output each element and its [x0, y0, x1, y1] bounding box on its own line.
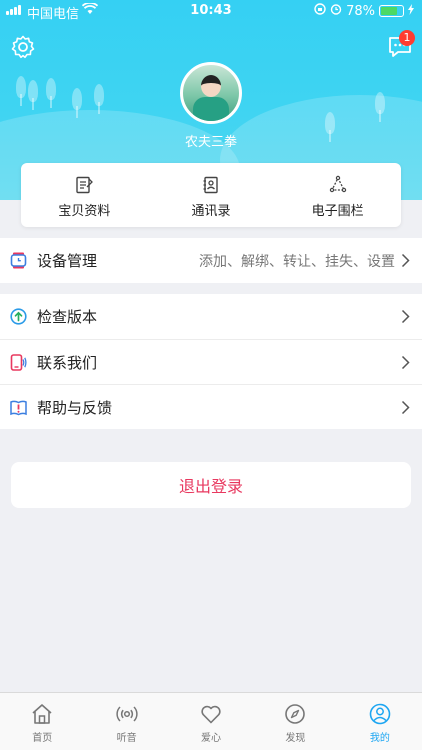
logout-button[interactable]: 退出登录 [11, 462, 411, 508]
avatar[interactable] [180, 62, 242, 124]
message-count-badge: 1 [399, 30, 415, 46]
listen-signal-icon [115, 706, 138, 722]
tab-label: 听音 [116, 733, 137, 744]
home-icon [32, 704, 52, 724]
tab-bar: 首页 听音 爱心 发现 我的 [0, 692, 422, 750]
watch-icon [10, 252, 27, 269]
row-title: 帮助与反馈 [37, 398, 113, 417]
tab-label: 发现 [285, 733, 306, 744]
document-edit-icon [76, 176, 94, 194]
chevron-right-icon [401, 309, 410, 324]
help-feedback-row[interactable]: 帮助与反馈 [0, 384, 422, 429]
chevron-right-icon [401, 253, 410, 268]
contact-us-row[interactable]: 联系我们 [0, 339, 422, 384]
chevron-right-icon [401, 355, 410, 370]
menu-group: 检查版本 联系我们 帮助与反馈 [0, 294, 422, 429]
tab-label: 我的 [369, 733, 390, 744]
battery-percent: 78% [346, 3, 375, 19]
user-icon [369, 703, 391, 725]
quick-actions-card: 宝贝资料 通讯录 电子围栏 [21, 163, 401, 227]
tab-home[interactable]: 首页 [0, 693, 84, 750]
row-detail: 添加、解绑、转让、挂失、设置 [199, 253, 395, 270]
nickname: 农夫三拳 [184, 135, 237, 150]
gear-icon [11, 35, 35, 59]
chevron-right-icon [401, 400, 410, 415]
tab-love[interactable]: 爱心 [169, 693, 253, 750]
row-title: 联系我们 [37, 353, 98, 372]
charging-icon [408, 3, 414, 19]
alarm-icon [330, 3, 342, 19]
device-group: 设备管理 添加、解绑、转让、挂失、设置 [0, 238, 422, 283]
tab-listen[interactable]: 听音 [84, 693, 168, 750]
orientation-lock-icon [314, 3, 326, 19]
quick-action-label: 通讯录 [191, 204, 231, 219]
quick-action-label: 宝贝资料 [58, 204, 111, 219]
settings-button[interactable] [10, 34, 36, 60]
tab-mine[interactable]: 我的 [338, 693, 422, 750]
baby-profile-button[interactable]: 宝贝资料 [21, 163, 148, 227]
heart-icon [201, 705, 221, 724]
status-bar: 中国电信 10:43 78% [0, 0, 422, 22]
compass-icon [285, 704, 306, 724]
tab-discover[interactable]: 发现 [253, 693, 337, 750]
row-title: 设备管理 [37, 252, 98, 270]
check-version-row[interactable]: 检查版本 [0, 294, 422, 339]
tab-label: 首页 [32, 733, 53, 744]
device-management-row[interactable]: 设备管理 添加、解绑、转让、挂失、设置 [0, 238, 422, 283]
quick-action-label: 电子围栏 [311, 204, 364, 219]
geofence-icon [329, 175, 346, 193]
geofence-button[interactable]: 电子围栏 [274, 163, 401, 227]
battery-icon [379, 5, 404, 17]
upgrade-arrow-icon [10, 308, 27, 325]
tab-label: 爱心 [201, 733, 222, 744]
phone-call-icon [10, 353, 27, 371]
row-title: 检查版本 [37, 308, 98, 326]
help-book-icon [10, 399, 27, 416]
contacts-button[interactable]: 通讯录 [148, 163, 275, 227]
contacts-book-icon [203, 176, 218, 194]
